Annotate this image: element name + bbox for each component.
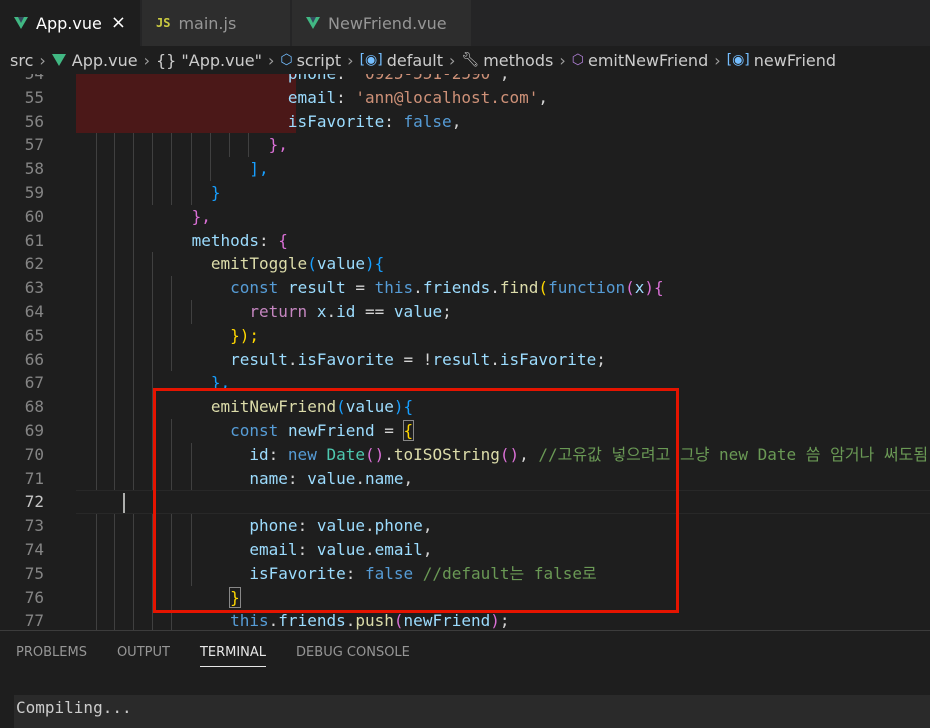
breadcrumb-script[interactable]: ⬡ script bbox=[280, 51, 341, 70]
code-line[interactable]: phone: '0925-551-2590', bbox=[76, 74, 930, 86]
panel-tabs: PROBLEMS OUTPUT TERMINAL DEBUG CONSOLE bbox=[16, 645, 410, 667]
code-line[interactable]: email: value.email, bbox=[76, 537, 930, 562]
tab-newfriend-vue[interactable]: NewFriend.vue bbox=[292, 0, 472, 46]
line-number: 77 bbox=[24, 611, 44, 630]
line-number: 63 bbox=[24, 278, 44, 298]
breadcrumb-newfriend[interactable]: [◉] newFriend bbox=[727, 51, 836, 70]
code-line-current[interactable] bbox=[76, 490, 930, 515]
vue-file-icon bbox=[14, 17, 28, 29]
line-number: 69 bbox=[24, 420, 44, 440]
line-number: 71 bbox=[24, 468, 44, 488]
vue-file-icon bbox=[51, 54, 66, 66]
line-number: 72 bbox=[24, 492, 44, 512]
line-number: 76 bbox=[24, 587, 44, 607]
code-line[interactable]: name: value.name, bbox=[76, 466, 930, 491]
code-line[interactable]: result.isFavorite = !result.isFavorite; bbox=[76, 347, 930, 372]
vue-file-icon bbox=[306, 17, 320, 29]
tab-label: NewFriend.vue bbox=[328, 13, 447, 33]
line-number: 75 bbox=[24, 563, 44, 583]
line-number: 70 bbox=[24, 444, 44, 464]
breadcrumb-emitnewfriend[interactable]: ⬡ emitNewFriend bbox=[572, 51, 708, 70]
text-cursor bbox=[123, 493, 125, 514]
line-number: 65 bbox=[24, 325, 44, 345]
line-number: 64 bbox=[24, 301, 44, 321]
code-area[interactable]: phone: '0925-551-2590', email: 'ann@loca… bbox=[76, 74, 930, 630]
code-line[interactable]: isFavorite: false //default는 false로 bbox=[76, 561, 930, 586]
tab-output[interactable]: OUTPUT bbox=[117, 645, 170, 667]
line-number: 56 bbox=[24, 111, 44, 131]
line-number: 58 bbox=[24, 159, 44, 179]
tab-problems[interactable]: PROBLEMS bbox=[16, 645, 87, 667]
code-line[interactable]: }, bbox=[76, 133, 930, 158]
breadcrumb-app-vue[interactable]: App.vue bbox=[51, 51, 138, 70]
line-number-gutter: 5455 56 57 58 59 60 61 62 63 64 65 66 67 68 69 70 71 72 73… bbox=[0, 74, 76, 630]
tab-terminal[interactable]: TERMINAL bbox=[199, 645, 267, 667]
code-line[interactable]: isFavorite: false, bbox=[76, 109, 930, 134]
js-file-icon: JS bbox=[156, 16, 171, 30]
variable-icon: [◉] bbox=[726, 52, 750, 68]
code-line[interactable]: this.friends.push(newFriend); bbox=[76, 609, 930, 630]
line-number: 54 bbox=[0, 74, 76, 86]
breadcrumb-module[interactable]: {} "App.vue" bbox=[156, 51, 262, 70]
chevron-right-icon: › bbox=[347, 50, 354, 70]
tab-label: App.vue bbox=[36, 13, 102, 33]
chevron-right-icon: › bbox=[559, 50, 566, 70]
bottom-panel: PROBLEMS OUTPUT TERMINAL DEBUG CONSOLE C… bbox=[0, 630, 930, 728]
code-line[interactable]: } bbox=[76, 585, 930, 610]
code-line[interactable]: email: 'ann@localhost.com', bbox=[76, 85, 930, 110]
breadcrumb-src[interactable]: src bbox=[10, 51, 33, 70]
code-line[interactable]: emitToggle(value){ bbox=[76, 252, 930, 277]
line-number: 74 bbox=[24, 539, 44, 559]
tab-main-js[interactable]: JS main.js bbox=[142, 0, 291, 46]
breadcrumb-methods[interactable]: 🔧︎ methods bbox=[461, 51, 553, 70]
breadcrumb: src › App.vue › {} "App.vue" › ⬡ script ›… bbox=[0, 46, 930, 74]
code-line[interactable]: id: new Date().toISOString(), //고유값 넣으려고… bbox=[76, 442, 930, 467]
chevron-right-icon: › bbox=[267, 50, 275, 70]
code-line[interactable]: }, bbox=[76, 204, 930, 229]
chevron-right-icon: › bbox=[143, 50, 150, 70]
line-number: 61 bbox=[24, 230, 44, 250]
line-number: 66 bbox=[24, 349, 44, 369]
code-line[interactable]: emitNewFriend(value){ bbox=[76, 395, 930, 419]
code-line[interactable]: }, bbox=[76, 371, 930, 396]
code-line[interactable]: const newFriend = { bbox=[76, 418, 930, 443]
variable-icon: [◉] bbox=[359, 52, 383, 68]
code-line[interactable]: phone: value.phone, bbox=[76, 514, 930, 538]
line-number: 62 bbox=[24, 254, 44, 274]
terminal-text: Compiling... bbox=[16, 698, 132, 717]
editor-tab-bar: App.vue × JS main.js NewFriend.vue bbox=[0, 0, 930, 46]
close-icon[interactable]: × bbox=[111, 12, 126, 33]
line-number: 57 bbox=[24, 135, 44, 155]
code-line[interactable]: ], bbox=[76, 157, 930, 181]
code-editor[interactable]: 5455 56 57 58 59 60 61 62 63 64 65 66 67 68 69 70 71 72 73… bbox=[0, 74, 930, 630]
code-line[interactable]: }); bbox=[76, 323, 930, 348]
breadcrumb-default[interactable]: [◉] default bbox=[360, 51, 443, 70]
tab-label: main.js bbox=[178, 13, 237, 33]
line-number: 60 bbox=[24, 206, 44, 226]
chevron-right-icon: › bbox=[714, 50, 721, 70]
line-number: 55 bbox=[24, 87, 44, 107]
chevron-right-icon: › bbox=[39, 50, 46, 70]
tab-app-vue[interactable]: App.vue × bbox=[0, 0, 141, 46]
chevron-right-icon: › bbox=[449, 50, 456, 70]
code-line[interactable]: return x.id == value; bbox=[76, 299, 930, 324]
code-line[interactable]: } bbox=[76, 180, 930, 205]
cube-icon: ⬡ bbox=[280, 52, 293, 68]
method-cube-icon: ⬡ bbox=[571, 52, 584, 68]
code-line[interactable]: methods: { bbox=[76, 228, 930, 253]
line-number: 67 bbox=[24, 373, 44, 393]
terminal-output[interactable]: Compiling... bbox=[14, 695, 930, 728]
wrench-icon: 🔧︎ bbox=[461, 52, 480, 68]
line-number: 73 bbox=[24, 516, 44, 536]
line-number: 68 bbox=[24, 397, 44, 417]
code-line[interactable]: const result = this.friends.find(functio… bbox=[76, 276, 930, 300]
tab-debug-console[interactable]: DEBUG CONSOLE bbox=[296, 645, 410, 667]
line-number: 59 bbox=[24, 182, 44, 202]
